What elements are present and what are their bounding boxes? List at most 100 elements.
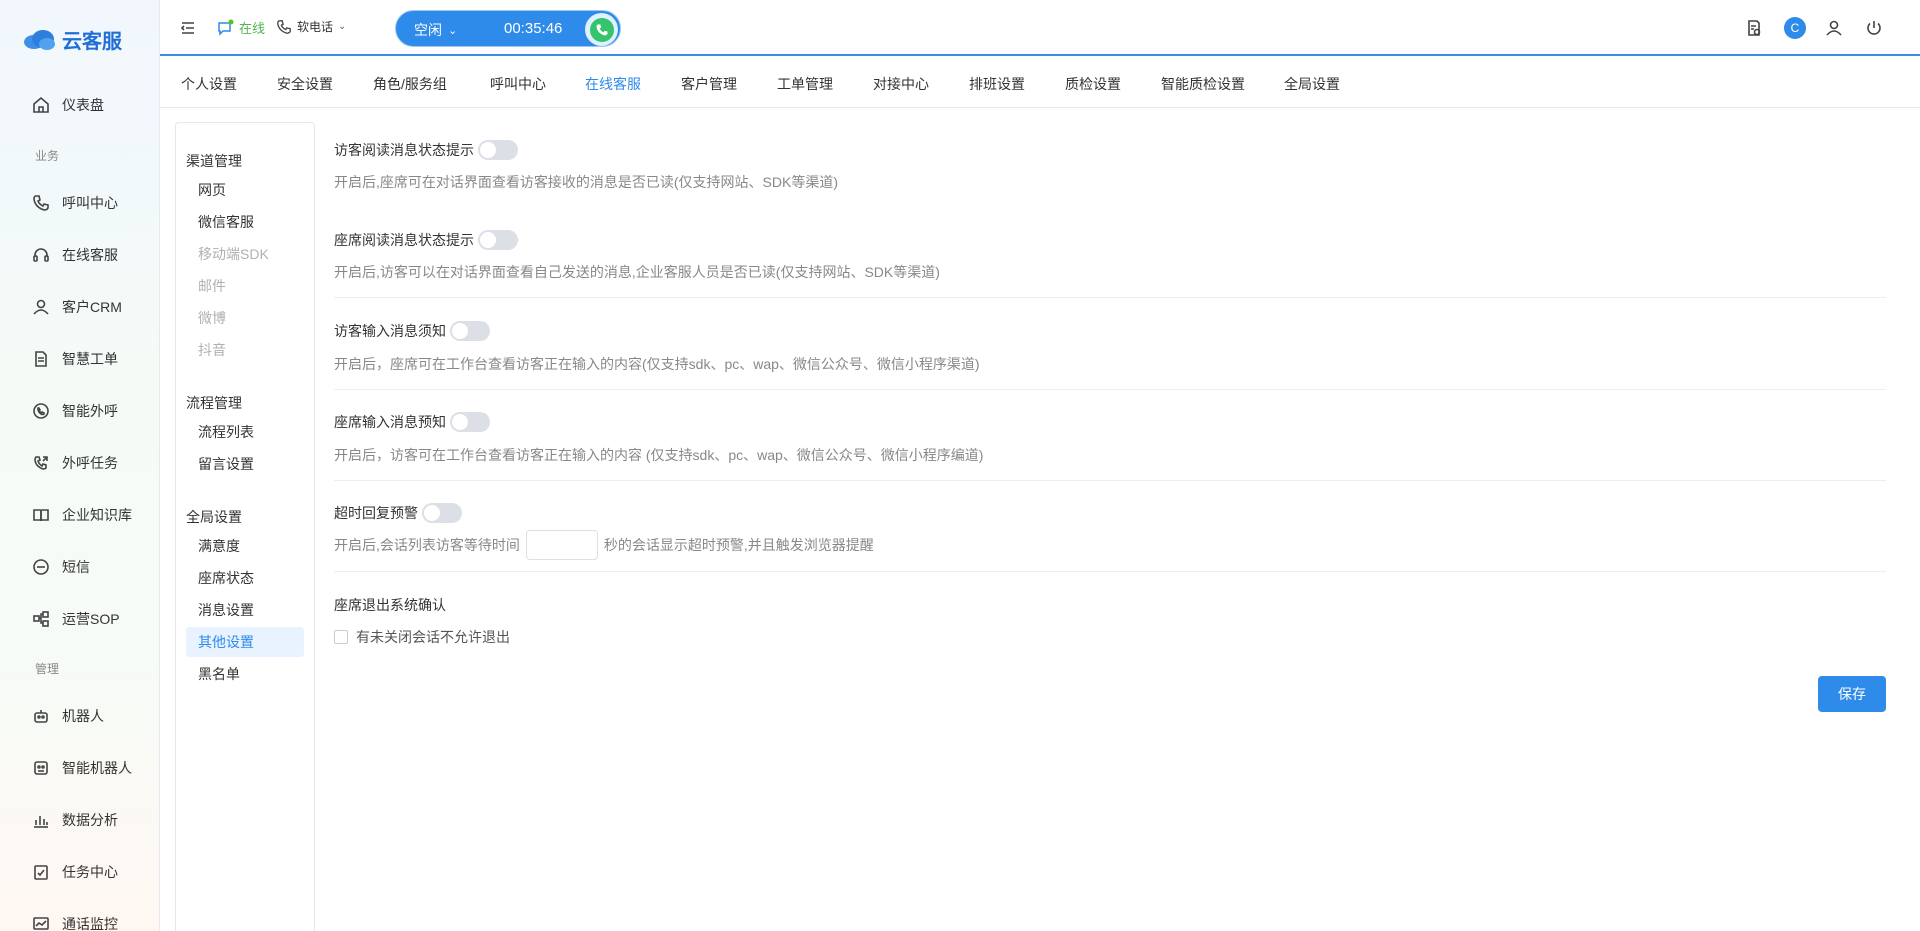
agent-read-status-toggle[interactable] <box>478 230 518 250</box>
sidebar-item-call-center[interactable]: 呼叫中心 <box>32 188 118 218</box>
phone-mode-dropdown[interactable]: 软电话 ⌄ <box>276 18 346 35</box>
divider <box>334 571 1886 572</box>
tab-work-order[interactable]: 工单管理 <box>777 74 833 94</box>
setting-description: 开启后，访客可在工作台查看访客正在输入的内容 (仅支持sdk、pc、wap、微信… <box>334 447 984 463</box>
subnav-item-message-settings[interactable]: 消息设置 <box>186 595 304 625</box>
logo[interactable]: 云客服 <box>22 26 122 53</box>
monitor-icon <box>33 917 49 930</box>
visitor-input-notice-toggle[interactable] <box>450 321 490 341</box>
subnav-item-satisfaction[interactable]: 满意度 <box>186 531 304 561</box>
online-status-label: 在线 <box>239 21 266 36</box>
tab-call-center[interactable]: 呼叫中心 <box>490 74 546 94</box>
subnav-item-web[interactable]: 网页 <box>186 175 304 205</box>
online-status[interactable]: 在线 <box>216 18 265 37</box>
top-bar: 在线 软电话 ⌄ 空闲 ⌄ 00:35:46 C <box>160 0 1920 56</box>
subnav-item-leave-message[interactable]: 留言设置 <box>186 449 304 479</box>
save-button[interactable]: 保存 <box>1818 676 1886 712</box>
setting-agent-input-notice: 座席输入消息预知 <box>334 412 490 432</box>
logout-confirm-checkbox-row[interactable]: 有未关闭会话不允许退出 <box>334 627 510 647</box>
divider <box>334 297 1886 298</box>
call-status-label: 空闲 <box>414 22 442 38</box>
setting-agent-read-status: 座席阅读消息状态提示 <box>334 230 518 250</box>
tab-customer[interactable]: 客户管理 <box>681 74 737 94</box>
tab-personal[interactable]: 个人设置 <box>181 74 237 94</box>
chevron-down-icon: ⌄ <box>448 24 458 37</box>
power-icon[interactable] <box>1864 18 1884 38</box>
sidebar-item-label: 仪表盘 <box>62 97 104 113</box>
smart-robot-icon <box>34 761 48 775</box>
sidebar-item-task-center[interactable]: 任务中心 <box>32 857 118 887</box>
setting-description: 开启后,座席可在对话界面查看访客接收的消息是否已读(仅支持网站、SDK等渠道) <box>334 174 838 190</box>
notice-icon[interactable] <box>1744 18 1764 38</box>
sidebar-item-smart-robot[interactable]: 智能机器人 <box>32 753 132 783</box>
tab-security[interactable]: 安全设置 <box>277 74 333 94</box>
tab-integration[interactable]: 对接中心 <box>873 74 929 94</box>
sidebar-item-smart-outbound[interactable]: 智能外呼 <box>32 396 118 426</box>
subnav-item-douyin[interactable]: 抖音 <box>186 335 304 365</box>
sidebar-item-outbound-task[interactable]: 外呼任务 <box>32 448 118 478</box>
tab-roles[interactable]: 角色/服务组 <box>373 74 447 94</box>
sidebar-item-crm[interactable]: 客户CRM <box>32 292 122 322</box>
document-icon <box>35 351 47 367</box>
subnav-item-weibo[interactable]: 微博 <box>186 303 304 333</box>
sidebar-item-robot[interactable]: 机器人 <box>32 701 104 731</box>
chart-icon <box>34 816 48 828</box>
sidebar-item-label: 机器人 <box>62 708 104 724</box>
phone-icon <box>277 19 291 34</box>
timeout-desc-before: 开启后,会话列表访客等待时间 <box>334 537 520 553</box>
subnav-item-wechat[interactable]: 微信客服 <box>186 207 304 237</box>
tab-scheduling[interactable]: 排班设置 <box>969 74 1025 94</box>
sidebar-item-label: 外呼任务 <box>62 455 118 471</box>
tab-smart-quality[interactable]: 智能质检设置 <box>1161 74 1245 94</box>
tab-quality[interactable]: 质检设置 <box>1065 74 1121 94</box>
call-timer: 00:35:46 <box>504 20 563 37</box>
user-profile-icon[interactable] <box>1824 18 1844 38</box>
logo-text: 云客服 <box>62 30 122 53</box>
divider <box>334 389 1886 390</box>
sub-nav: 渠道管理 网页 微信客服 移动端SDK 邮件 微博 抖音 流程管理 流程列表 留… <box>175 122 315 931</box>
sidebar-item-online-service[interactable]: 在线客服 <box>32 240 118 270</box>
subnav-item-flow-list[interactable]: 流程列表 <box>186 417 304 447</box>
logout-confirm-checkbox[interactable] <box>334 630 348 644</box>
answer-call-button[interactable] <box>585 13 618 46</box>
setting-timeout-warning: 超时回复预警 <box>334 503 462 523</box>
subnav-item-other-settings[interactable]: 其他设置 <box>186 627 304 657</box>
call-status-dropdown[interactable]: 空闲 ⌄ <box>414 20 457 40</box>
sidebar-item-data-analysis[interactable]: 数据分析 <box>32 805 118 835</box>
agent-input-notice-toggle[interactable] <box>450 412 490 432</box>
home-icon <box>33 96 49 113</box>
sidebar-item-knowledge-base[interactable]: 企业知识库 <box>32 500 132 530</box>
timeout-warning-toggle[interactable] <box>422 503 462 523</box>
menu-collapse-icon[interactable] <box>178 18 198 38</box>
sidebar-group-business: 业务 <box>35 149 60 163</box>
sidebar-item-work-order[interactable]: 智慧工单 <box>32 344 118 374</box>
sidebar-item-label: 任务中心 <box>62 864 118 880</box>
book-icon <box>33 509 49 522</box>
tab-global[interactable]: 全局设置 <box>1284 74 1340 94</box>
sidebar-item-sms[interactable]: 短信 <box>32 552 90 582</box>
subnav-group-global: 全局设置 <box>186 509 242 525</box>
subnav-item-email[interactable]: 邮件 <box>186 271 304 301</box>
sidebar-item-sop[interactable]: 运营SOP <box>32 604 120 634</box>
setting-description: 开启后,会话列表访客等待时间 秒的会话显示超时预警,并且触发浏览器提醒 <box>334 530 874 560</box>
sidebar-item-label: 短信 <box>62 559 90 575</box>
subnav-group-flow: 流程管理 <box>186 395 242 411</box>
flow-icon <box>33 611 49 627</box>
timeout-seconds-input[interactable] <box>525 530 598 560</box>
phone-icon <box>596 24 607 35</box>
subnav-item-agent-status[interactable]: 座席状态 <box>186 563 304 593</box>
visitor-read-status-toggle[interactable] <box>478 140 518 160</box>
subnav-item-mobile-sdk[interactable]: 移动端SDK <box>186 239 304 269</box>
setting-title: 访客阅读消息状态提示 <box>334 142 474 158</box>
sidebar-item-call-monitor[interactable]: 通话监控 <box>32 909 118 931</box>
sidebar-item-dashboard[interactable]: 仪表盘 <box>32 90 104 120</box>
user-icon <box>33 299 49 315</box>
sidebar-item-label: 企业知识库 <box>62 507 132 523</box>
setting-agent-logout-confirm: 座席退出系统确认 <box>334 595 446 615</box>
tab-online-service[interactable]: 在线客服 <box>585 74 641 94</box>
avatar[interactable]: C <box>1784 17 1806 39</box>
sidebar-item-label: 智能外呼 <box>62 403 118 419</box>
subnav-group-channel: 渠道管理 <box>186 153 242 169</box>
subnav-item-blacklist[interactable]: 黑名单 <box>186 659 304 689</box>
chat-phone-icon <box>33 403 49 419</box>
